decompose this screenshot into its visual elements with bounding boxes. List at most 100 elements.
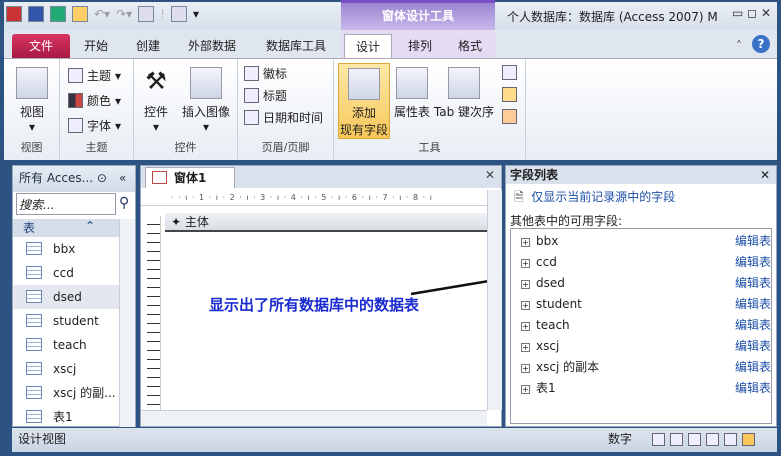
theme-button[interactable]: 主题 ▾ xyxy=(68,67,121,84)
datasheet-view-icon[interactable] xyxy=(670,433,683,446)
tab-arrange[interactable]: 排列 xyxy=(400,34,440,58)
color-button[interactable]: 颜色 ▾ xyxy=(68,92,121,109)
save-icon[interactable] xyxy=(28,6,44,22)
expand-icon[interactable]: + xyxy=(521,364,530,373)
font-button[interactable]: 字体 ▾ xyxy=(68,117,121,134)
layout-view-icon[interactable] xyxy=(688,433,701,446)
edit-table-link[interactable]: 编辑表 xyxy=(735,315,771,336)
nav-group-header[interactable]: 表 ⌃ xyxy=(13,219,119,237)
tab-order-button[interactable]: Tab 键次序 xyxy=(432,67,496,120)
nav-item[interactable]: bbx xyxy=(13,237,119,261)
show-only-link[interactable]: 🗎 仅显示当前记录源中的字段 xyxy=(514,188,675,209)
help-icon[interactable]: ? xyxy=(752,35,770,53)
font-label: 字体 xyxy=(87,119,112,133)
window-buttons[interactable]: ▭ ◻ ✕ xyxy=(732,6,771,20)
tab-create[interactable]: 创建 xyxy=(126,34,170,58)
tab-design[interactable]: 设计 xyxy=(344,34,392,58)
run-icon[interactable]: ! xyxy=(160,7,165,21)
tab-home[interactable]: 开始 xyxy=(74,34,118,58)
edit-table-link[interactable]: 编辑表 xyxy=(735,273,771,294)
table-entry[interactable]: + ccd 编辑表 xyxy=(521,252,773,273)
nav-item[interactable]: 表1 xyxy=(13,405,119,427)
tab-external-data[interactable]: 外部数据 xyxy=(182,34,242,58)
navigation-pane: 所有 Acces... ⊙ « 搜索... ⚲ 表 ⌃ bbx ccd dsed s… xyxy=(12,165,136,427)
tab-format[interactable]: 格式 xyxy=(450,34,490,58)
table-entry[interactable]: + teach 编辑表 xyxy=(521,315,773,336)
expand-icon[interactable]: + xyxy=(521,259,530,268)
undo-icon[interactable]: ↶▾ xyxy=(94,7,110,21)
add-existing-fields-button[interactable]: 添加 现有字段 xyxy=(338,63,390,139)
expand-icon[interactable]: + xyxy=(521,385,530,394)
table-entry[interactable]: + 表1 编辑表 xyxy=(521,378,773,399)
nav-item[interactable]: student xyxy=(13,309,119,333)
view-button[interactable]: 视图 ▾ xyxy=(14,67,50,134)
customize-qat-icon[interactable]: ▾ xyxy=(193,7,199,21)
nav-item[interactable]: xscj xyxy=(13,357,119,381)
table-entry[interactable]: + bbx 编辑表 xyxy=(521,231,773,252)
table-name: ccd xyxy=(536,255,557,269)
expand-icon[interactable]: + xyxy=(521,238,530,247)
design-view-icon[interactable] xyxy=(72,6,88,22)
edit-table-link[interactable]: 编辑表 xyxy=(735,252,771,273)
nav-item[interactable]: teach xyxy=(13,333,119,357)
minimize-ribbon-icon[interactable]: ˄ xyxy=(732,34,746,58)
table-icon xyxy=(26,242,42,255)
tab-database-tools[interactable]: 数据库工具 xyxy=(256,34,336,58)
group-header-footer: 徽标 标题 日期和时间 页眉/页脚 xyxy=(238,59,334,159)
edit-table-link[interactable]: 编辑表 xyxy=(735,378,771,399)
nav-item[interactable]: xscj 的副... xyxy=(13,381,119,405)
detail-section-header[interactable]: ✦ 主体 xyxy=(165,213,487,232)
form-icon[interactable] xyxy=(138,6,155,22)
nav-item-label: student xyxy=(53,314,99,328)
collapse-nav-icon[interactable]: « xyxy=(119,166,126,190)
table-icon[interactable] xyxy=(170,6,187,22)
nav-scrollbar[interactable] xyxy=(119,219,135,427)
expand-icon[interactable]: + xyxy=(521,280,530,289)
table-entry[interactable]: + dsed 编辑表 xyxy=(521,273,773,294)
edit-table-link[interactable]: 编辑表 xyxy=(735,294,771,315)
edit-table-link[interactable]: 编辑表 xyxy=(735,231,771,252)
convert-macro-icon[interactable] xyxy=(502,109,517,124)
nav-header[interactable]: 所有 Acces... ⊙ « xyxy=(13,166,135,192)
edit-table-link[interactable]: 编辑表 xyxy=(735,336,771,357)
expand-icon[interactable]: + xyxy=(521,343,530,352)
subform-icon[interactable] xyxy=(502,65,517,80)
table-entry[interactable]: + xscj 编辑表 xyxy=(521,336,773,357)
chart-view-icon[interactable] xyxy=(724,433,737,446)
redo-icon[interactable]: ↷▾ xyxy=(116,7,132,21)
controls-button[interactable]: ⚒ 控件 ▾ xyxy=(140,67,172,134)
pivot-view-icon[interactable] xyxy=(706,433,719,446)
form-view-icon[interactable] xyxy=(652,433,665,446)
nav-dropdown-icon[interactable]: ⊙ xyxy=(97,171,107,185)
close-icon[interactable]: ✕ xyxy=(485,168,495,182)
vertical-scrollbar[interactable] xyxy=(487,190,502,410)
horizontal-scrollbar[interactable] xyxy=(141,410,487,426)
tab-order-icon xyxy=(448,67,480,99)
nav-item-label: xscj xyxy=(53,362,77,376)
edit-table-link[interactable]: 编辑表 xyxy=(735,357,771,378)
expand-icon[interactable]: + xyxy=(521,322,530,331)
nav-search-input[interactable]: 搜索... xyxy=(16,193,116,215)
collapse-group-icon[interactable]: ⌃ xyxy=(85,219,95,233)
tab-form1[interactable]: 窗体1 xyxy=(145,167,235,188)
code-icon[interactable] xyxy=(502,87,517,102)
close-icon[interactable]: ✕ xyxy=(760,166,770,184)
other-tables-label: 其他表中的可用字段: xyxy=(510,214,623,228)
view-icon xyxy=(16,67,48,99)
insert-image-button[interactable]: 插入图像 ▾ xyxy=(178,67,234,134)
design-view-icon[interactable] xyxy=(742,433,755,446)
property-sheet-button[interactable]: 属性表 xyxy=(392,67,432,120)
table-entry[interactable]: + student 编辑表 xyxy=(521,294,773,315)
color-label: 颜色 xyxy=(87,94,112,108)
nav-item[interactable]: ccd xyxy=(13,261,119,285)
doc-tab-label: 窗体1 xyxy=(174,171,207,185)
date-time-button[interactable]: 日期和时间 xyxy=(244,109,323,126)
expand-icon[interactable]: + xyxy=(521,301,530,310)
table-entry[interactable]: + xscj 的副本 编辑表 xyxy=(521,357,773,378)
tab-file[interactable]: 文件 xyxy=(12,34,70,58)
excel-icon[interactable] xyxy=(50,6,66,22)
search-icon[interactable]: ⚲ xyxy=(119,195,129,211)
logo-button[interactable]: 徽标 xyxy=(244,65,287,82)
nav-item[interactable]: dsed xyxy=(13,285,119,309)
title-button[interactable]: 标题 xyxy=(244,87,287,104)
